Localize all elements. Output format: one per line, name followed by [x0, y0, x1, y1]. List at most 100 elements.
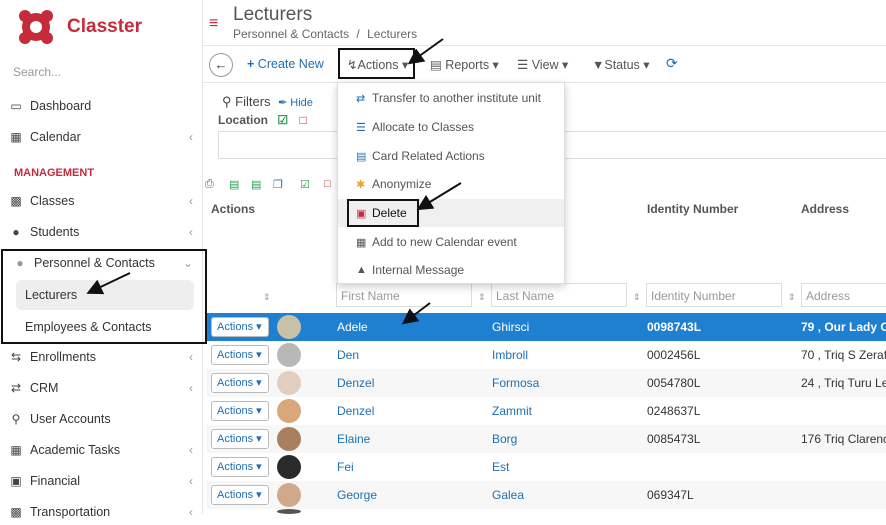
person-icon: ●: [16, 256, 24, 270]
table-row[interactable]: Actions ▾ Den Imbroll 0002456L 70 , Triq…: [206, 341, 886, 369]
hamburger-menu-icon[interactable]: ≡: [209, 15, 218, 33]
last-name-cell[interactable]: Ghirsci: [492, 320, 529, 334]
csv-icon[interactable]: ▤: [251, 178, 261, 191]
menu-item-delete[interactable]: ▣ Delete: [338, 199, 564, 227]
sort-icon[interactable]: ⇕: [788, 292, 796, 303]
refresh-button[interactable]: ⟳: [666, 55, 678, 72]
transfer-icon: ⇄: [356, 92, 366, 105]
view-menu-button[interactable]: ☰ View ▾: [517, 57, 568, 72]
select-all-icon[interactable]: ☑: [300, 178, 310, 191]
first-name-cell[interactable]: Den: [337, 348, 359, 362]
table-row[interactable]: Actions ▾ Fei Est: [206, 453, 886, 481]
last-name-cell[interactable]: Formosa: [492, 376, 539, 390]
sidebar-item-label: Academic Tasks: [30, 443, 121, 457]
menu-item-calendar-event[interactable]: ▦ Add to new Calendar event: [338, 228, 564, 256]
last-name-filter-input[interactable]: Last Name: [491, 283, 627, 307]
first-name-cell[interactable]: Elaine: [337, 432, 370, 446]
sidebar-item-calendar[interactable]: ▦ Calendar ‹: [0, 124, 203, 150]
menu-item-transfer[interactable]: ⇄ Transfer to another institute unit: [338, 84, 564, 112]
breadcrumb-parent[interactable]: Personnel & Contacts: [233, 27, 349, 41]
identity-cell: 0248637L: [647, 404, 701, 418]
reports-menu-button[interactable]: ▤ Reports ▾: [430, 57, 499, 72]
sidebar-search-input[interactable]: Search...: [13, 65, 61, 79]
status-menu-button[interactable]: ▼Status ▾: [592, 57, 650, 72]
sidebar-item-financial[interactable]: ▣ Financial ‹: [0, 468, 203, 494]
last-name-cell[interactable]: Galea: [492, 488, 524, 502]
breadcrumb-separator: /: [356, 27, 360, 41]
row-actions-button[interactable]: Actions ▾: [211, 485, 269, 505]
print-icon[interactable]: ⎙: [205, 178, 214, 191]
classter-logo[interactable]: [16, 7, 56, 47]
row-actions-button[interactable]: Actions ▾: [211, 373, 269, 393]
status-label: Status: [604, 58, 640, 72]
identity-cell: 0085473L: [647, 432, 701, 446]
first-name-cell[interactable]: Denzel: [337, 404, 374, 418]
last-name-cell[interactable]: Est: [492, 460, 509, 474]
sidebar-item-dashboard[interactable]: ▭ Dashboard: [0, 93, 203, 119]
row-actions-button[interactable]: Actions ▾: [211, 429, 269, 449]
chevron-left-icon: ‹: [189, 194, 193, 208]
sort-icon[interactable]: ⇕: [263, 292, 271, 303]
first-name-cell[interactable]: George: [337, 488, 377, 502]
sidebar-item-academic-tasks[interactable]: ▦ Academic Tasks ‹: [0, 437, 203, 463]
table-row[interactable]: Actions ▾ Adele Ghirsci 0098743L 79 , Ou…: [206, 313, 886, 341]
chevron-left-icon: ‹: [189, 130, 193, 144]
row-actions-button[interactable]: Actions ▾: [211, 401, 269, 421]
menu-item-internal-message[interactable]: ▲ Internal Message: [338, 256, 564, 284]
sidebar-item-classes[interactable]: ▩ Classes ‹: [0, 188, 203, 214]
menu-item-allocate[interactable]: ☰ Allocate to Classes: [338, 113, 564, 141]
search-icon: ⚲: [222, 94, 232, 109]
identity-cell: 069347L: [647, 488, 694, 502]
sidebar-item-enrollments[interactable]: ⇆ Enrollments ‹: [0, 344, 203, 370]
column-header-identity[interactable]: Identity Number: [647, 202, 738, 216]
last-name-cell[interactable]: Zammit: [492, 404, 532, 418]
row-actions-button[interactable]: Actions ▾: [211, 317, 269, 337]
excel-icon[interactable]: ▤: [229, 178, 239, 191]
column-header-address[interactable]: Address: [801, 202, 849, 216]
menu-item-card-actions[interactable]: ▤ Card Related Actions: [338, 142, 564, 170]
sidebar-item-user-accounts[interactable]: ⚲ User Accounts: [0, 406, 203, 432]
last-name-cell[interactable]: Imbroll: [492, 348, 528, 362]
caret-down-icon: ▾: [398, 58, 409, 72]
column-header-actions[interactable]: Actions: [211, 202, 255, 216]
sidebar-subitem-lecturers[interactable]: Lecturers: [16, 280, 194, 310]
table-row[interactable]: Actions ▾ George Galea 069347L: [206, 481, 886, 509]
deselect-all-icon[interactable]: □: [324, 178, 331, 190]
first-name-cell[interactable]: Denzel: [337, 376, 374, 390]
first-name-cell[interactable]: Adele: [337, 320, 368, 334]
sidebar-item-transportation[interactable]: ▩ Transportation ‹: [0, 499, 203, 525]
sort-icon[interactable]: ⇕: [633, 292, 641, 303]
check-icon[interactable]: ☑: [277, 113, 288, 127]
actions-menu-button[interactable]: ↯Actions ▾: [347, 57, 408, 72]
row-actions-label: Actions: [217, 461, 254, 473]
first-name-filter-input[interactable]: First Name: [336, 283, 472, 307]
row-actions-button[interactable]: Actions ▾: [211, 457, 269, 477]
identity-cell: 0098743L: [647, 320, 702, 334]
filters-title: ⚲ Filters: [222, 94, 271, 110]
chevron-left-icon: ‹: [189, 443, 193, 457]
sort-icon[interactable]: ⇕: [478, 292, 486, 303]
arrow-left-icon: ←: [214, 57, 228, 72]
sidebar-item-label: User Accounts: [30, 412, 111, 426]
address-cell: 79 , Our Lady Of: [801, 320, 886, 334]
back-button[interactable]: ←: [209, 53, 233, 77]
menu-item-anonymize[interactable]: ✱ Anonymize: [338, 170, 564, 198]
last-name-cell[interactable]: Borg: [492, 432, 517, 446]
table-row[interactable]: Actions ▾ Denzel Zammit 0248637L: [206, 397, 886, 425]
table-row[interactable]: Actions ▾ Elaine Borg 0085473L 176 Triq …: [206, 425, 886, 453]
sidebar-subitem-employees[interactable]: Employees & Contacts: [16, 312, 194, 342]
sidebar-item-crm[interactable]: ⇄ CRM ‹: [0, 375, 203, 401]
sidebar-item-personnel[interactable]: ● Personnel & Contacts ⌄: [0, 250, 203, 276]
address-filter-input[interactable]: Address: [801, 283, 886, 307]
sidebar-item-students[interactable]: ● Students ‹: [0, 219, 203, 245]
identity-filter-input[interactable]: Identity Number: [646, 283, 782, 307]
uncheck-icon[interactable]: □: [299, 113, 306, 127]
first-name-cell[interactable]: Fei: [337, 460, 354, 474]
table-row[interactable]: Actions ▾ Denzel Formosa 0054780L 24 , T…: [206, 369, 886, 397]
copy-icon[interactable]: ❐: [273, 178, 283, 191]
avatar: [277, 343, 301, 367]
create-new-button[interactable]: + Create New: [247, 57, 324, 71]
row-actions-button[interactable]: Actions ▾: [211, 345, 269, 365]
hide-filters-link[interactable]: ✒ Hide: [278, 96, 313, 109]
breadcrumb: Personnel & Contacts / Lecturers: [233, 27, 417, 41]
